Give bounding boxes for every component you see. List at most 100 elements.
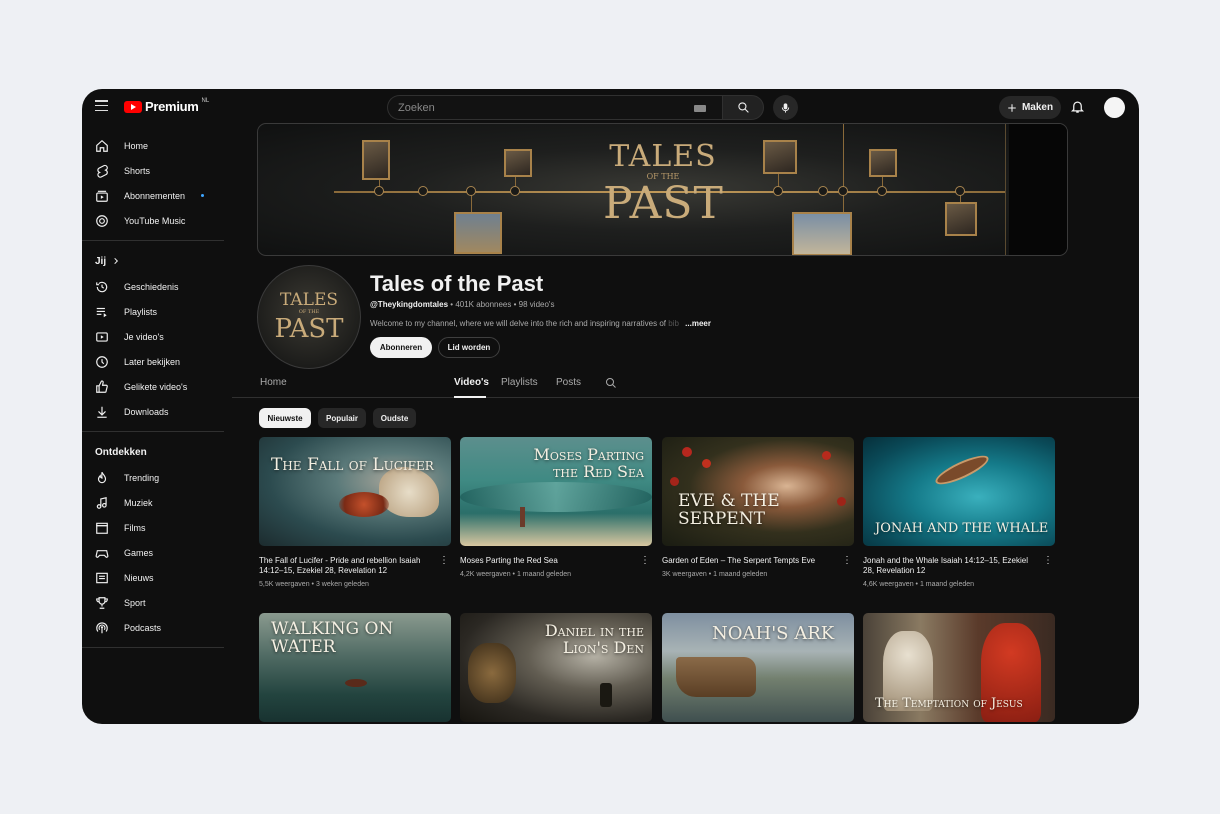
- banner-artwork: [763, 140, 797, 174]
- banner-artwork: [792, 212, 852, 255]
- video-title[interactable]: Jonah and the Whale Isaiah 14:12–15, Eze…: [863, 556, 1055, 576]
- more-link[interactable]: ...meer: [685, 319, 711, 328]
- sidebar-section-you[interactable]: Jij: [82, 248, 224, 274]
- thumbnail-title: Moses Parting the Red Sea: [533, 445, 644, 481]
- video-card[interactable]: EVE & THE SERPENT Garden of Eden – The S…: [662, 437, 854, 578]
- description-truncated: bib: [668, 319, 679, 328]
- chip-newest[interactable]: Nieuwste: [259, 408, 311, 428]
- sidebar-item-trending[interactable]: Trending: [82, 465, 224, 490]
- video-thumbnail[interactable]: The Temptation of Jesus: [863, 613, 1055, 722]
- join-button[interactable]: Lid worden: [438, 337, 500, 358]
- more-options-icon[interactable]: ⋮: [1043, 556, 1053, 566]
- sidebar-item-films[interactable]: Films: [82, 515, 224, 540]
- channel-avatar[interactable]: TALES OF THE PAST: [257, 265, 361, 369]
- meta-separator: •: [311, 581, 314, 588]
- gamepad-icon: [95, 546, 109, 560]
- sidebar-item-your-videos[interactable]: Je video's: [82, 324, 224, 349]
- channel-description[interactable]: Welcome to my channel, where we will del…: [370, 319, 760, 328]
- sidebar-item-sport[interactable]: Sport: [82, 590, 224, 615]
- video-thumbnail[interactable]: NOAH'S ARK: [662, 613, 854, 722]
- sidebar-section-explore: Ontdekken: [82, 439, 224, 465]
- youtube-premium-logo[interactable]: Premium NL: [124, 97, 210, 114]
- video-card[interactable]: Daniel in the Lion's Den: [460, 613, 652, 722]
- sidebar-divider: [82, 431, 224, 432]
- search-input[interactable]: [398, 101, 678, 114]
- subscriptions-icon: [95, 189, 109, 203]
- sidebar-item-playlists[interactable]: Playlists: [82, 299, 224, 324]
- upload-age: 1 maand geleden: [516, 571, 572, 578]
- chip-oldest[interactable]: Oudste: [373, 408, 416, 428]
- bell-icon: [1070, 101, 1085, 113]
- sidebar-item-news[interactable]: Nieuws: [82, 565, 224, 590]
- video-card[interactable]: The Fall of Lucifer The Fall of Lucifer …: [259, 437, 451, 588]
- sidebar-item-watch-later[interactable]: Later bekijken: [82, 349, 224, 374]
- chip-popular[interactable]: Populair: [318, 408, 366, 428]
- menu-icon[interactable]: [95, 100, 108, 111]
- meta-separator: •: [708, 571, 712, 578]
- create-button[interactable]: Maken: [999, 96, 1061, 119]
- meta-separator: •: [512, 571, 515, 578]
- video-count: 98 video's: [518, 300, 555, 309]
- video-card[interactable]: NOAH'S ARK: [662, 613, 854, 722]
- clapper-icon: [95, 521, 109, 535]
- notifications-button[interactable]: [1070, 99, 1085, 119]
- channel-name: Tales of the Past: [370, 271, 544, 296]
- sidebar-item-history[interactable]: Geschiedenis: [82, 274, 224, 299]
- sidebar-item-youtube-music[interactable]: YouTube Music: [82, 208, 224, 233]
- tab-videos[interactable]: Video's: [454, 377, 489, 388]
- account-avatar[interactable]: [1104, 97, 1125, 118]
- sidebar-item-home[interactable]: Home: [82, 133, 224, 158]
- subscriber-count: 401K abonnees: [455, 300, 512, 309]
- home-icon: [95, 139, 109, 153]
- video-thumbnail[interactable]: JONAH AND THE WHALE: [863, 437, 1055, 546]
- video-title[interactable]: The Fall of Lucifer - Pride and rebellio…: [259, 556, 451, 576]
- video-title[interactable]: Garden of Eden – The Serpent Tempts Eve …: [662, 556, 854, 566]
- sidebar-item-liked-videos[interactable]: Gelikete video's: [82, 374, 224, 399]
- upload-age: 1 maand geleden: [713, 571, 768, 578]
- subscribe-button[interactable]: Abonneren: [370, 337, 432, 358]
- search-bar: [387, 95, 764, 120]
- sidebar-item-podcasts[interactable]: Podcasts: [82, 615, 224, 640]
- sidebar-item-downloads[interactable]: Downloads: [82, 399, 224, 424]
- banner-title: TALES OF THE PAST: [603, 142, 723, 226]
- sidebar-item-label: Shorts: [124, 165, 151, 176]
- video-thumbnail[interactable]: WALKING ON WATER: [259, 613, 451, 722]
- sidebar-item-music[interactable]: Muziek: [82, 490, 224, 515]
- video-thumbnail[interactable]: The Fall of Lucifer: [259, 437, 451, 546]
- voice-search-button[interactable]: [773, 95, 798, 120]
- sidebar-item-label: Trending: [124, 472, 160, 483]
- banner-artwork: [362, 140, 390, 180]
- tab-home[interactable]: Home: [260, 377, 287, 388]
- chevron-right-icon: [114, 257, 119, 265]
- search-icon[interactable]: [605, 377, 617, 389]
- video-thumbnail[interactable]: Daniel in the Lion's Den: [460, 613, 652, 722]
- keyboard-icon[interactable]: [694, 105, 706, 112]
- sidebar-item-games[interactable]: Games: [82, 540, 224, 565]
- video-card[interactable]: Moses Parting the Red Sea Moses Parting …: [460, 437, 652, 578]
- sidebar-item-label: Geschiedenis: [124, 281, 179, 292]
- tab-playlists[interactable]: Playlists: [501, 377, 538, 388]
- banner-artwork: [454, 212, 502, 254]
- sidebar: Home Shorts Abonnementen YouTube Music J…: [82, 133, 224, 655]
- more-options-icon[interactable]: ⋮: [842, 556, 852, 566]
- search-button[interactable]: [722, 95, 764, 120]
- active-tab-indicator: [454, 396, 486, 398]
- video-card[interactable]: The Temptation of Jesus: [863, 613, 1055, 722]
- tab-posts[interactable]: Posts: [556, 377, 581, 388]
- video-meta: 3K weergaven • 1 maand geleden: [662, 571, 854, 578]
- video-card[interactable]: JONAH AND THE WHALE Jonah and the Whale …: [863, 437, 1055, 588]
- more-options-icon[interactable]: ⋮: [439, 556, 449, 566]
- shorts-icon: [95, 164, 109, 178]
- video-card[interactable]: WALKING ON WATER: [259, 613, 451, 722]
- region-label: NL: [201, 97, 210, 104]
- video-thumbnail[interactable]: EVE & THE SERPENT: [662, 437, 854, 546]
- flame-icon: [95, 471, 109, 485]
- sidebar-item-subscriptions[interactable]: Abonnementen: [82, 183, 224, 208]
- video-title-text: Moses Parting the Red Sea: [460, 556, 558, 565]
- video-title[interactable]: Moses Parting the Red Sea ⋮: [460, 556, 652, 566]
- video-thumbnail[interactable]: Moses Parting the Red Sea: [460, 437, 652, 546]
- more-options-icon[interactable]: ⋮: [640, 556, 650, 566]
- new-content-dot: [201, 194, 204, 197]
- sidebar-item-shorts[interactable]: Shorts: [82, 158, 224, 183]
- news-icon: [95, 571, 109, 585]
